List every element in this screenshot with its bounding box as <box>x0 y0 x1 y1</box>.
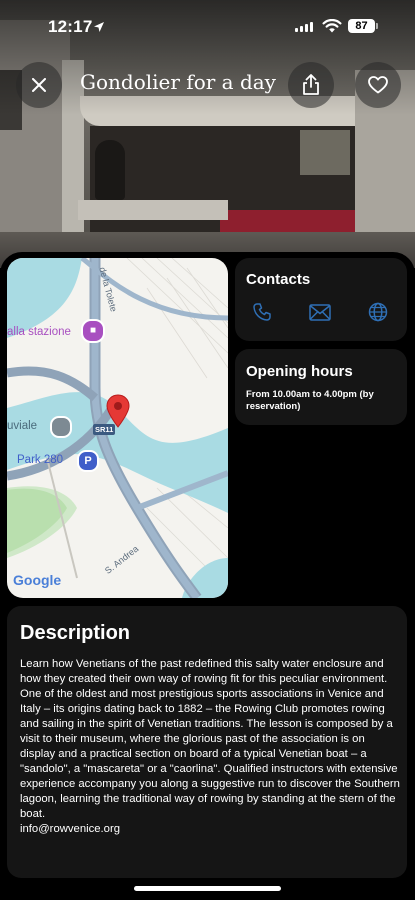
phone-button[interactable] <box>248 298 276 326</box>
close-button[interactable] <box>16 62 62 108</box>
battery-tip <box>376 23 378 29</box>
map-label-station: alla stazione <box>7 326 71 338</box>
favorite-button[interactable] <box>355 62 401 108</box>
status-bar: 12:17 87 <box>0 0 415 52</box>
share-button[interactable] <box>288 62 334 108</box>
description-text: Learn how Venetians of the past redefine… <box>20 658 400 820</box>
email-button[interactable] <box>306 298 334 326</box>
cellular-signal-icon <box>295 22 313 32</box>
status-time: 12:17 <box>48 17 93 36</box>
contact-email-link[interactable]: info@rowvenice.org <box>20 823 120 835</box>
share-icon <box>303 74 319 95</box>
map-label-area: uviale <box>7 420 38 432</box>
opening-hours-card: Opening hours From 10.00am to 4.00pm (by… <box>235 349 407 425</box>
globe-icon <box>368 302 388 322</box>
description-body: Learn how Venetians of the past redefine… <box>20 657 400 837</box>
contacts-card: Contacts <box>235 258 407 341</box>
email-icon <box>309 303 331 321</box>
photo-window-right <box>300 130 350 175</box>
battery-level: 87 <box>348 19 375 33</box>
parking-icon: P <box>77 450 99 472</box>
location-arrow-icon <box>94 22 104 32</box>
place-marker-icon <box>50 416 72 438</box>
description-card: Description Learn how Venetians of the p… <box>7 606 407 878</box>
home-indicator[interactable] <box>134 886 281 891</box>
train-station-icon: ■ <box>81 319 105 343</box>
heart-icon <box>368 76 388 94</box>
description-title: Description <box>20 622 131 644</box>
close-icon <box>32 78 46 92</box>
opening-hours-title: Opening hours <box>246 363 353 380</box>
map-attribution: Google <box>13 572 62 588</box>
website-button[interactable] <box>364 298 392 326</box>
phone-icon <box>253 303 271 321</box>
location-map[interactable]: de la Tolete alla stazione ■ uviale Park… <box>7 258 228 598</box>
page-title: Gondolier for a day <box>80 70 276 94</box>
opening-hours-text: From 10.00am to 4.00pm (by reservation) <box>246 389 374 412</box>
photo-person <box>95 140 125 200</box>
contacts-title: Contacts <box>246 271 311 288</box>
map-label-parking: Park 280 <box>17 454 64 466</box>
photo-balustrade <box>78 200 228 220</box>
location-pin-icon <box>106 394 130 428</box>
wifi-icon <box>322 19 342 33</box>
